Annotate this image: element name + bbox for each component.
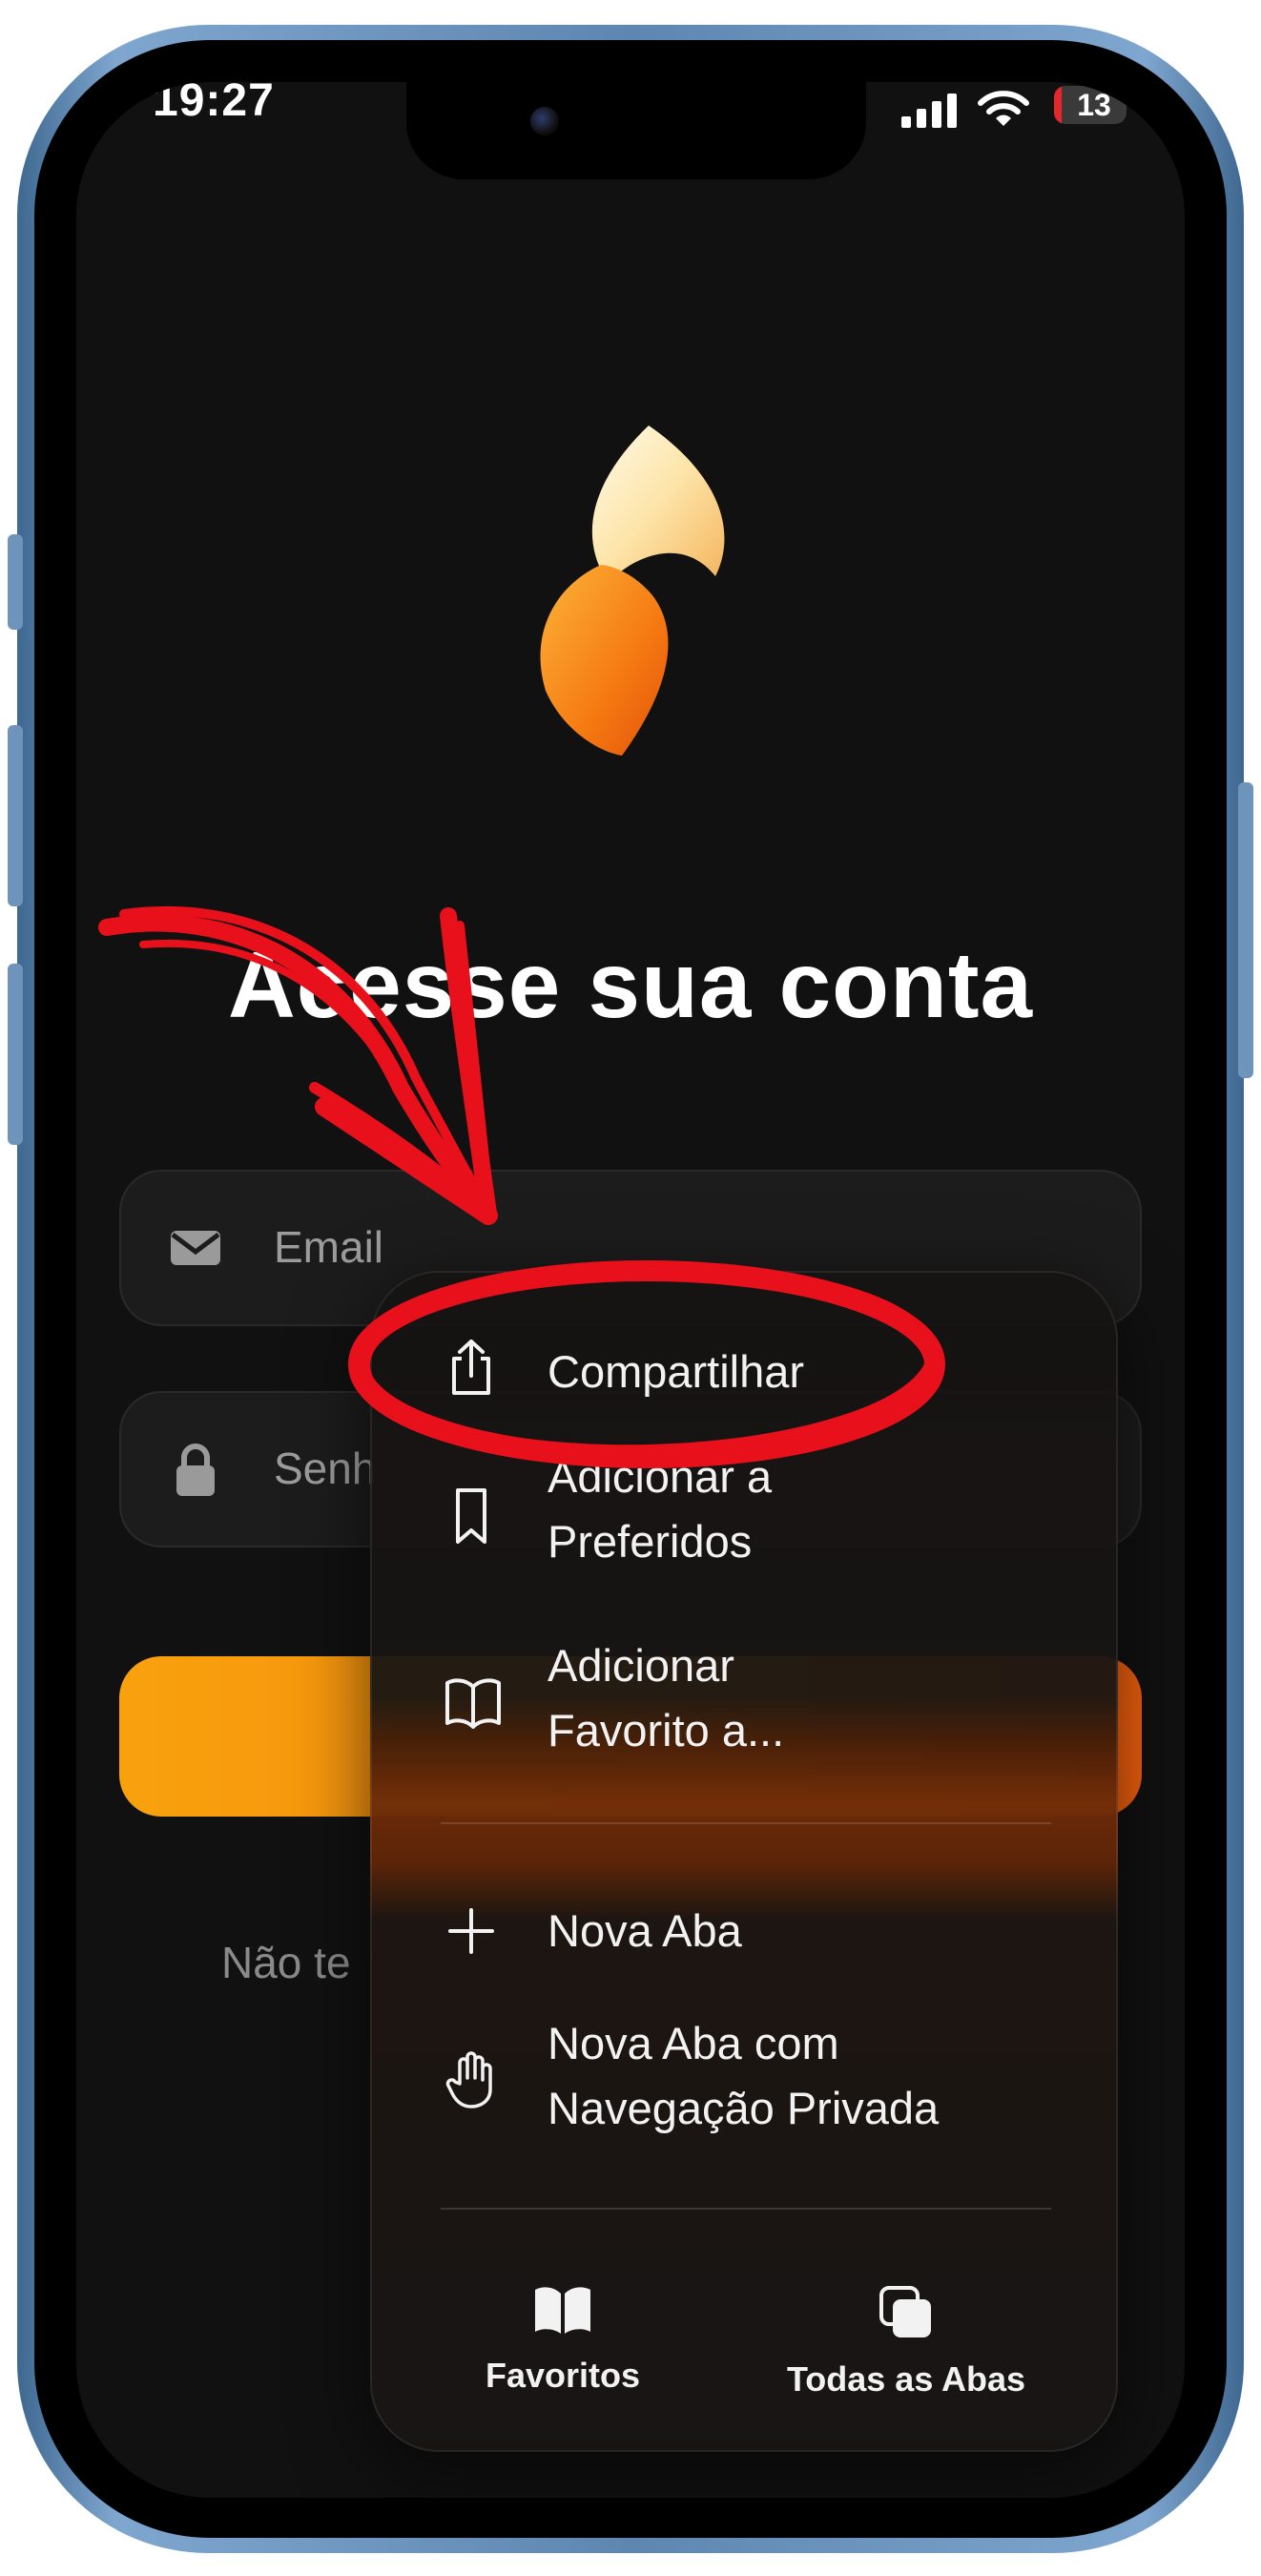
menu-label-private-tab-2: Navegação Privada [548,2083,940,2133]
menu-all-tabs-button[interactable]: Todas as Abas [763,2284,1049,2399]
status-time: 19:27 [153,82,275,126]
envelope-icon [171,1231,220,1265]
phone-screen: 19:27 13 Acesse sua conta Email Senh Não… [76,82,1185,2498]
plus-icon [448,1908,494,1954]
signup-prompt: Não te [221,1938,351,1987]
volume-down-button [8,964,23,1145]
browser-context-menu: Compartilhar Adicionar a Preferidos Adic… [370,1271,1118,2452]
cellular-signal-icon [901,93,957,128]
menu-label-add-bookmark-2: Favorito a... [548,1705,785,1755]
battery-indicator: 13 [1054,86,1127,124]
menu-separator [441,2208,1051,2210]
menu-item-private-tab[interactable]: Nova Aba com Navegação Privada [372,2007,1116,2160]
menu-label-add-to-preferred-2: Preferidos [548,1516,753,1567]
bookmarks-label: Favoritos [485,2356,641,2395]
menu-item-share[interactable]: Compartilhar [372,1320,1116,1425]
password-placeholder: Senh [274,1444,377,1493]
book-icon [535,2287,590,2334]
silent-switch [8,534,23,630]
menu-item-add-bookmark[interactable]: Adicionar Favorito a... [372,1631,1116,1784]
power-button [1238,782,1253,1078]
notch [406,82,866,179]
menu-label-share: Compartilhar [548,1346,805,1397]
volume-up-button [8,725,23,906]
tabs-icon [879,2286,931,2337]
menu-label-private-tab-1: Nova Aba com [548,2018,839,2068]
hand-icon [445,2051,492,2109]
menu-label-add-bookmark-1: Adicionar [548,1640,734,1691]
menu-label-add-to-preferred-1: Adicionar a [548,1451,773,1502]
lock-icon [176,1444,215,1496]
menu-item-add-to-preferred[interactable]: Adicionar a Preferidos [372,1443,1116,1595]
menu-bookmarks-button[interactable]: Favoritos [420,2284,706,2396]
email-placeholder: Email [274,1222,384,1272]
all-tabs-label: Todas as Abas [786,2359,1026,2399]
menu-separator [441,1822,1051,1824]
page-title: Acesse sua conta [228,932,1033,1037]
camera-icon [530,107,559,135]
share-icon [452,1340,490,1395]
menu-item-new-tab[interactable]: Nova Aba [372,1883,1116,1988]
book-open-icon [445,1678,501,1729]
battery-level: 13 [1077,87,1111,122]
wifi-icon [978,91,1029,126]
bookmark-icon [456,1488,486,1544]
menu-label-new-tab: Nova Aba [548,1905,742,1956]
flame-logo [540,426,725,756]
